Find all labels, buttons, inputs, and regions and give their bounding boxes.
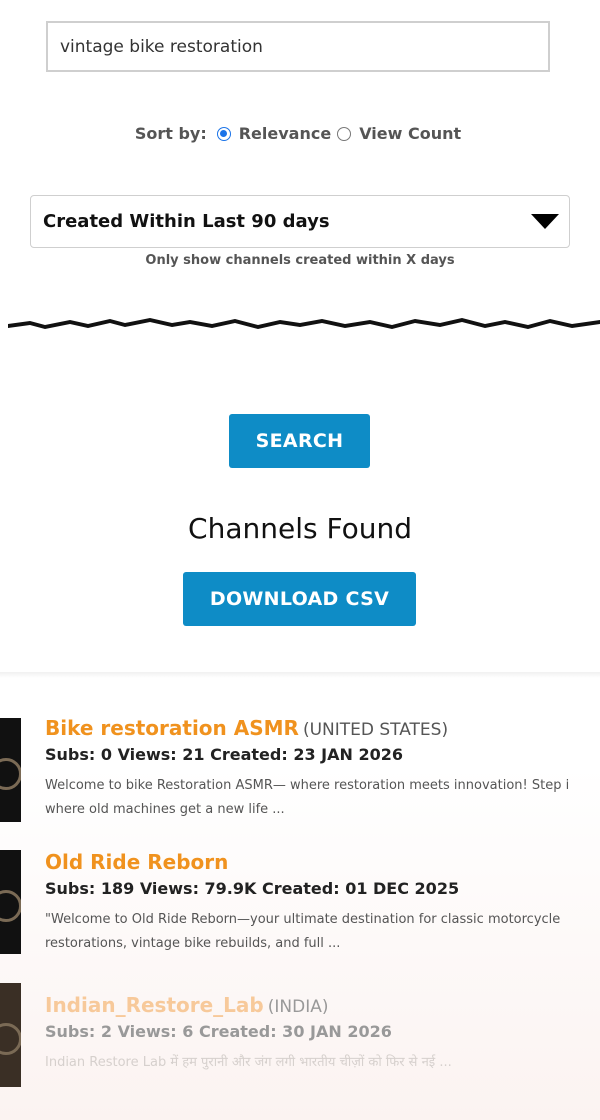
dropdown-caret-icon — [531, 214, 559, 229]
channel-name-link[interactable]: Indian_Restore_Lab — [45, 993, 264, 1017]
search-button[interactable]: SEARCH — [229, 414, 370, 468]
search-input-value: vintage bike restoration — [60, 36, 263, 57]
channel-description-line: restorations, vintage bike rebuilds, and… — [45, 936, 341, 951]
channel-description-line: "Welcome to Old Ride Reborn—your ultimat… — [45, 912, 561, 927]
relevance-radio[interactable] — [216, 126, 231, 141]
created-within-value: Created Within Last 90 days — [43, 211, 330, 232]
channel-country: (UNITED STATES) — [302, 720, 449, 740]
channel-title: Bike restoration ASMR (UNITED STATES) — [45, 716, 448, 740]
filter-hint: Only show channels created within X days — [145, 253, 455, 268]
channel-title: Indian_Restore_Lab (INDIA) — [45, 993, 328, 1017]
channel-stats: Subs: 189 Views: 79.9K Created: 01 DEC 2… — [45, 879, 460, 898]
channel-description: "Welcome to Old Ride Reborn—your ultimat… — [45, 908, 600, 956]
channel-description-line: Indian Restore Lab में हम पुरानी और जंग … — [45, 1055, 452, 1070]
results-heading: Channels Found — [188, 512, 412, 545]
channel-country: (INDIA) — [267, 997, 329, 1017]
sort-options: Sort by: Relevance View Count — [0, 124, 600, 143]
created-within-select[interactable]: Created Within Last 90 days — [30, 195, 570, 248]
view-count-label[interactable]: View Count — [359, 124, 461, 143]
download-csv-button[interactable]: DOWNLOAD CSV — [183, 572, 416, 626]
channel-stats: Subs: 0 Views: 21 Created: 23 JAN 2026 — [45, 745, 403, 764]
channel-description-line: where old machines get a new life ... — [45, 802, 285, 817]
channel-thumbnail[interactable] — [0, 850, 21, 954]
channel-description: Indian Restore Lab में हम पुरानी और जंग … — [45, 1051, 600, 1075]
channel-description-line: Welcome to bike Restoration ASMR— where … — [45, 778, 570, 793]
channel-thumbnail[interactable] — [0, 718, 21, 822]
channel-stats: Subs: 2 Views: 6 Created: 30 JAN 2026 — [45, 1022, 392, 1041]
channel-title: Old Ride Reborn — [45, 850, 232, 874]
sort-label: Sort by: — [134, 124, 207, 143]
channel-description: Welcome to bike Restoration ASMR— where … — [45, 774, 600, 822]
channel-thumbnail[interactable] — [0, 983, 21, 1087]
relevance-label[interactable]: Relevance — [239, 124, 331, 143]
channel-name-link[interactable]: Old Ride Reborn — [45, 850, 228, 874]
torn-edge-divider — [8, 318, 600, 329]
channel-name-link[interactable]: Bike restoration ASMR — [45, 716, 299, 740]
search-input[interactable]: vintage bike restoration — [46, 21, 550, 72]
view-count-radio[interactable] — [337, 126, 352, 141]
